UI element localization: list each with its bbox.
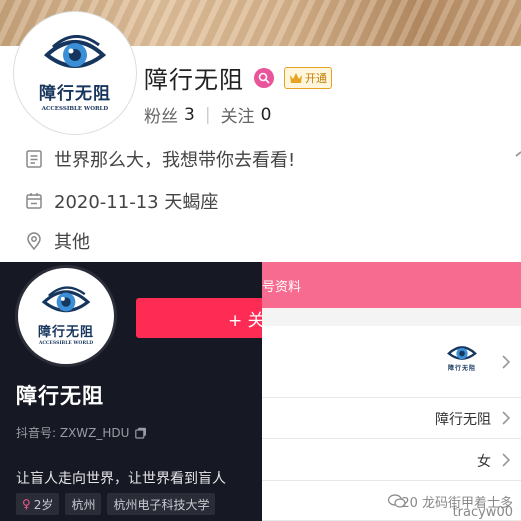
- follow-button-label: + 关: [228, 310, 262, 331]
- fans-label[interactable]: 粉丝: [144, 102, 178, 127]
- douyin-tags: ♀ 2岁 杭州 杭州电子科技大学: [16, 493, 221, 515]
- douyin-name: 障行无阻: [16, 384, 104, 408]
- bio-row: 世界那么大，我想带你去看看!: [24, 146, 295, 172]
- edit-profile-title: 号资料: [262, 279, 302, 295]
- eye-logo-icon: [41, 286, 91, 313]
- crown-icon: [290, 72, 302, 83]
- calendar-icon: [26, 193, 42, 209]
- birthday-row: 2020-11-13 天蝎座: [24, 188, 218, 214]
- eye-logo-icon: [43, 34, 107, 68]
- edit-profile-panel: 号资料 障行无阻 障行无阻 女: [262, 262, 521, 521]
- age-tag: ♀ 2岁: [16, 493, 60, 515]
- logo-english-text: ACCESSIBLE WORLD: [41, 105, 109, 112]
- follow-button[interactable]: + 关: [136, 298, 262, 338]
- stats-divider: |: [204, 104, 211, 125]
- watermark-line2: tracyw00: [452, 505, 513, 520]
- profile-name: 障行无阻: [144, 66, 244, 94]
- logo-chinese-text: 障行无阻: [37, 325, 94, 340]
- location-row: 其他: [24, 228, 90, 254]
- document-icon: [26, 150, 42, 168]
- chevron-right-icon: [502, 355, 511, 369]
- school-tag: 杭州电子科技大学: [107, 493, 216, 515]
- age-tag-label: 2岁: [33, 497, 54, 512]
- nickname-value: 障行无阻: [435, 412, 491, 428]
- following-label[interactable]: 关注: [221, 102, 255, 127]
- search-badge-icon[interactable]: [254, 67, 274, 88]
- douyin-avatar[interactable]: 障行无阻 ACCESSIBLE WORLD: [18, 268, 114, 364]
- chevron-right-icon[interactable]: [509, 146, 521, 166]
- douyin-profile-card: 障行无阻 ACCESSIBLE WORLD + 关 障行无阻 抖音号: ZXWZ…: [0, 262, 262, 521]
- edit-profile-header: 号资料: [262, 262, 521, 308]
- chevron-right-icon: [502, 411, 511, 425]
- profile-panel: 障行无阻 ACCESSIBLE WORLD 障行无阻 开通 粉丝 3 | 关注 …: [0, 0, 521, 262]
- douyin-bio: 让盲人走向世界，让世界看到盲人: [16, 471, 226, 487]
- vip-open-badge[interactable]: 开通: [284, 66, 332, 89]
- location-text: 其他: [54, 232, 90, 253]
- eye-logo-icon: [447, 346, 477, 360]
- birthday-text: 2020-11-13 天蝎座: [54, 192, 219, 213]
- edit-avatar-row[interactable]: 障行无阻: [262, 326, 521, 398]
- mini-avatar: 障行无阻: [447, 344, 477, 372]
- city-tag: 杭州: [65, 493, 102, 515]
- logo-chinese-text: 障行无阻: [447, 365, 476, 372]
- follow-stats: 粉丝 3 | 关注 0: [144, 102, 272, 128]
- edit-gender-row[interactable]: 女: [262, 439, 521, 481]
- copy-icon[interactable]: [135, 427, 147, 439]
- gender-value: 女: [477, 454, 491, 470]
- profile-name-row: 障行无阻 开通: [144, 60, 332, 95]
- location-pin-icon: [27, 232, 41, 251]
- avatar[interactable]: 障行无阻 ACCESSIBLE WORLD: [14, 12, 136, 134]
- bio-text: 世界那么大，我想带你去看看!: [54, 150, 296, 171]
- vip-label: 开通: [305, 71, 327, 85]
- female-icon: ♀: [22, 497, 31, 511]
- douyin-id-row: 抖音号: ZXWZ_HDU: [16, 424, 147, 441]
- edit-nickname-row[interactable]: 障行无阻: [262, 398, 521, 439]
- douyin-id: 抖音号: ZXWZ_HDU: [16, 426, 130, 440]
- logo-english-text: ACCESSIBLE WORLD: [38, 341, 94, 346]
- following-count[interactable]: 0: [261, 105, 272, 125]
- fans-count[interactable]: 3: [184, 105, 195, 125]
- chevron-right-icon: [502, 453, 511, 467]
- logo-chinese-text: 障行无阻: [39, 83, 111, 104]
